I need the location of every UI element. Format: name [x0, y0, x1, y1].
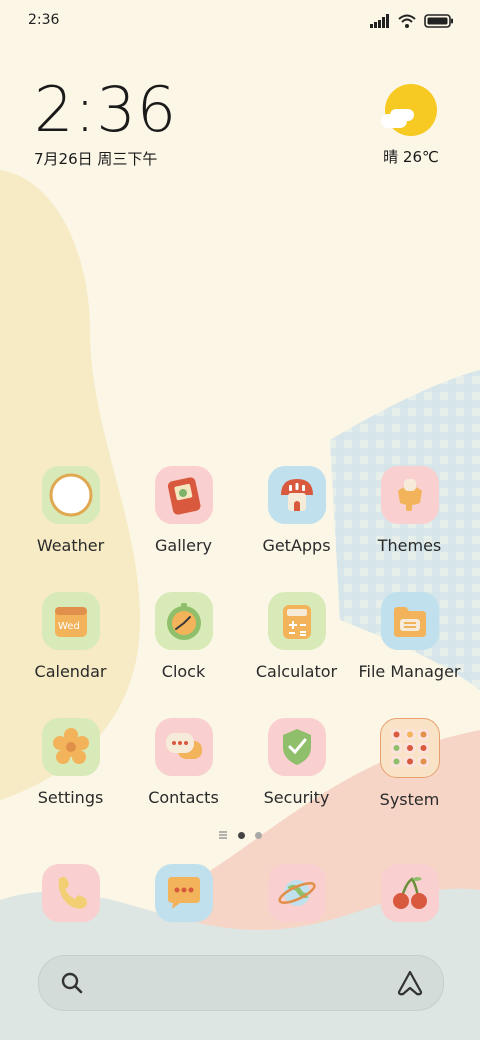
app-settings[interactable]: Settings — [14, 718, 127, 832]
app-themes[interactable]: Themes — [353, 466, 466, 580]
app-calculator[interactable]: Calculator — [240, 592, 353, 706]
contacts-icon — [154, 718, 213, 776]
app-file-manager[interactable]: File Manager — [353, 592, 466, 706]
app-label: File Manager — [358, 662, 461, 681]
app-label: Gallery — [155, 536, 212, 555]
status-time: 2:36 — [28, 12, 60, 28]
search-bar[interactable] — [38, 955, 444, 1011]
security-icon — [267, 718, 326, 776]
app-grid: Weather Gallery GetApps Themes Wed Calen… — [14, 466, 466, 832]
app-label: GetApps — [262, 536, 331, 555]
app-label: Weather — [36, 536, 105, 555]
app-label: Calendar — [34, 662, 107, 681]
app-security[interactable]: Security — [240, 718, 353, 832]
app-gallery[interactable]: Gallery — [127, 466, 240, 580]
calendar-icon-text: Wed — [58, 621, 80, 632]
clock-widget[interactable]: 2:36 7月26日 周三下午 — [34, 78, 177, 169]
app-label: System — [379, 790, 440, 809]
settings-icon — [41, 718, 100, 776]
clock-icon — [154, 592, 213, 650]
app-clock[interactable]: Clock — [127, 592, 240, 706]
weather-icon — [41, 466, 100, 524]
app-label: Themes — [377, 536, 442, 555]
getapps-icon — [267, 466, 326, 524]
app-getapps[interactable]: GetApps — [240, 466, 353, 580]
assistant-icon[interactable] — [395, 968, 425, 998]
browser-icon[interactable] — [267, 864, 326, 922]
search-icon[interactable] — [59, 970, 85, 996]
clock-widget-time: 2:36 — [34, 73, 178, 146]
themes-icon — [380, 466, 439, 524]
messages-icon[interactable] — [154, 864, 213, 922]
weather-widget-text: 晴 26℃ — [383, 148, 439, 166]
clock-widget-date: 7月26日 周三下午 — [34, 150, 158, 168]
status-bar: 2:36 — [0, 10, 480, 32]
app-system[interactable]: System — [353, 718, 466, 832]
gallery-icon — [154, 466, 213, 524]
signal-icon — [370, 14, 389, 28]
app-label: Clock — [161, 662, 206, 681]
app-label: Security — [263, 788, 330, 807]
page-dot[interactable] — [255, 831, 262, 839]
sunny-icon — [381, 84, 437, 136]
feed-page-icon[interactable] — [218, 830, 228, 840]
cherry-icon[interactable] — [380, 864, 439, 922]
page-dot-current[interactable] — [238, 831, 245, 839]
dock — [14, 864, 466, 922]
calculator-icon — [267, 592, 326, 650]
app-label: Contacts — [148, 788, 219, 807]
app-weather[interactable]: Weather — [14, 466, 127, 580]
app-calendar[interactable]: Wed Calendar — [14, 592, 127, 706]
page-indicator[interactable] — [0, 830, 480, 840]
calendar-icon: Wed — [41, 592, 100, 650]
app-label: Settings — [37, 788, 104, 807]
file-manager-icon — [380, 592, 439, 650]
battery-icon — [424, 14, 453, 28]
app-label: Calculator — [255, 662, 338, 681]
search-input[interactable] — [99, 968, 383, 998]
system-icon — [379, 718, 440, 778]
phone-icon[interactable] — [41, 864, 100, 922]
app-contacts[interactable]: Contacts — [127, 718, 240, 832]
weather-widget[interactable]: 晴 26℃ — [376, 84, 446, 167]
wifi-icon — [398, 14, 416, 28]
